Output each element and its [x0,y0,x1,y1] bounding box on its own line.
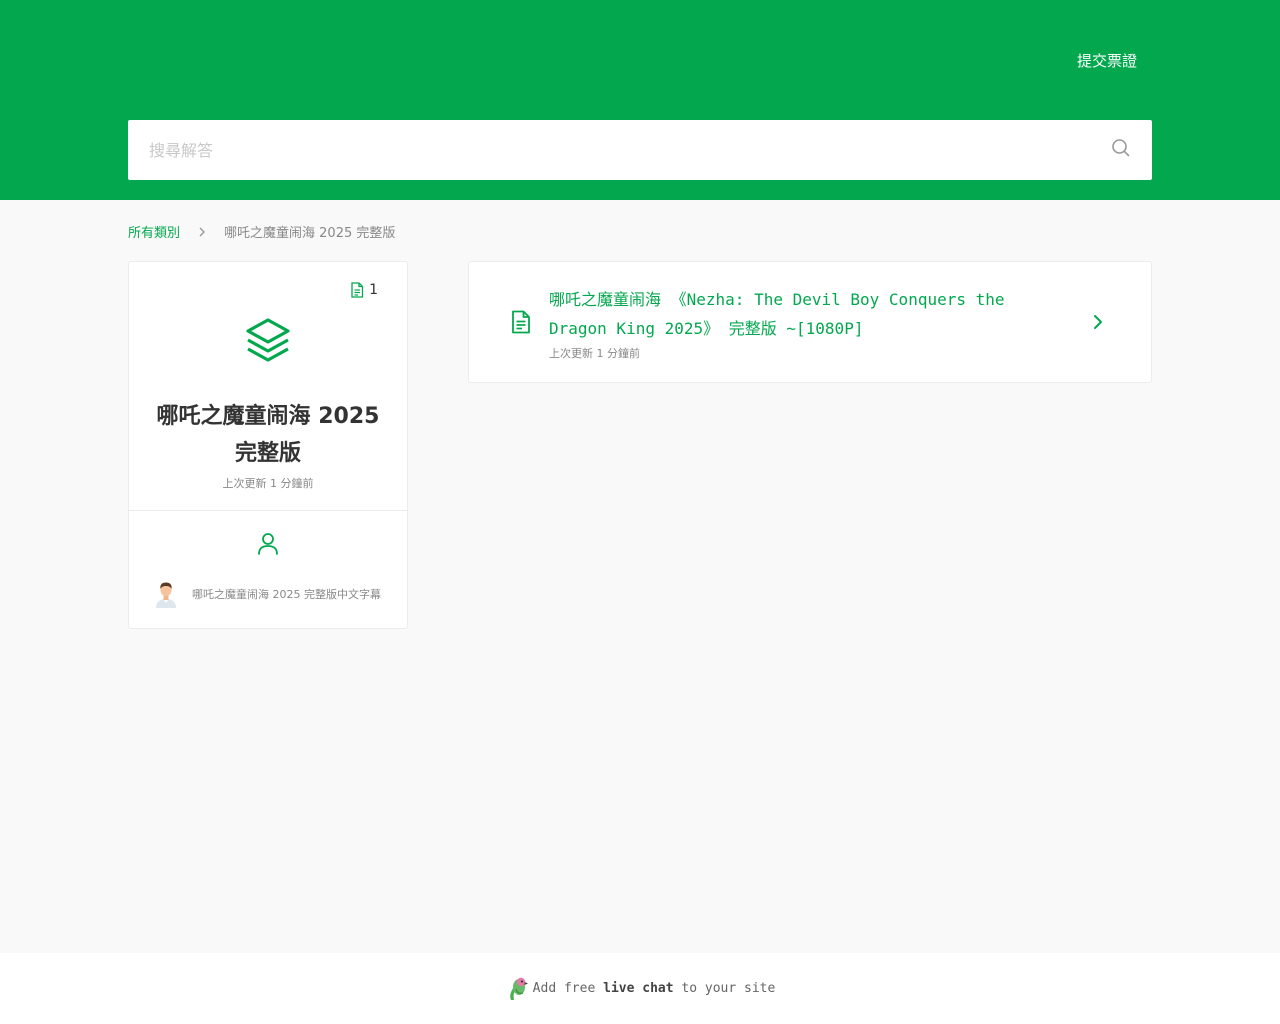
layers-icon [246,318,290,362]
document-icon [351,282,364,298]
search-box [128,120,1152,180]
article-row[interactable]: 哪吒之魔童闹海 《Nezha: The Devil Boy Conquers t… [468,261,1152,383]
footer-prefix: Add free [532,981,596,996]
breadcrumb-all-categories[interactable]: 所有類別 [128,222,180,241]
chevron-right-icon [199,227,206,236]
breadcrumb: 所有類別 哪吒之魔童闹海 2025 完整版 [128,222,395,241]
chevron-right-icon [1094,315,1102,329]
document-icon [512,310,530,334]
doc-count: 1 [350,282,378,298]
author-row: 哪吒之魔童闹海 2025 完整版中文字幕 [153,580,381,608]
footer: Add free live chat to your site [0,953,1280,1024]
article-updated: 上次更新 1 分鐘前 [549,347,640,360]
doc-count-value: 1 [369,282,378,298]
person-icon [258,533,278,555]
search-icon[interactable] [1111,138,1131,158]
search-input[interactable] [128,120,1152,180]
breadcrumb-current: 哪吒之魔童闹海 2025 完整版 [224,226,396,241]
author-name: 哪吒之魔童闹海 2025 完整版中文字幕 [192,588,381,601]
card-divider [129,510,407,511]
article-title-link[interactable]: 哪吒之魔童闹海 《Nezha: The Devil Boy Conquers t… [549,285,1059,343]
live-chat-promo-link[interactable]: Add free live chat to your site [505,976,776,1002]
category-title: 哪吒之魔童闹海 2025 完整版 [156,404,380,466]
avatar [156,582,176,608]
footer-suffix: to your site [681,981,776,996]
footer-promo-text: Add free live chat to your site [533,981,776,996]
category-updated: 上次更新 1 分鐘前 [222,477,314,490]
parrot-logo-icon [509,977,528,1000]
footer-highlight: live chat [603,981,674,996]
header-bar: 提交票證 [0,0,1280,200]
submit-ticket-link[interactable]: 提交票證 [1077,50,1137,71]
category-card: 1 哪吒之魔童闹海 2025 完整版 上次更新 1 分鐘前 哪吒之魔童闹海 20… [128,261,408,629]
